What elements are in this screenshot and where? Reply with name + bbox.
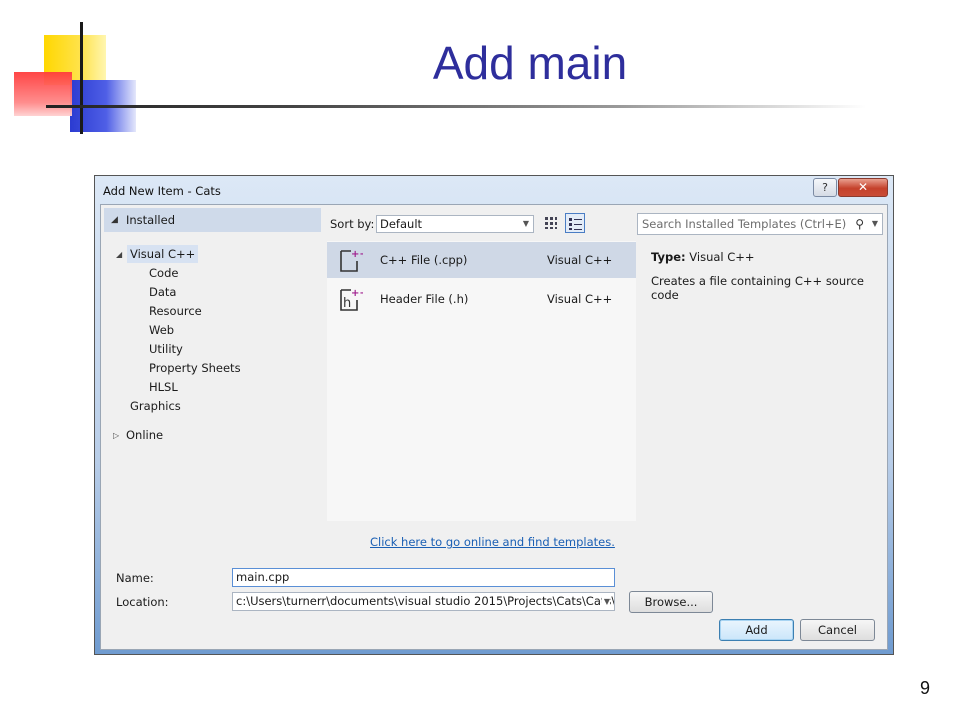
cpp-file-icon: ++	[340, 249, 363, 272]
tree-node-graphics[interactable]: Graphics	[130, 397, 181, 415]
grid-view-icon	[545, 217, 557, 229]
page-number: 9	[919, 678, 930, 698]
cancel-button[interactable]: Cancel	[800, 619, 875, 641]
online-templates-link[interactable]: Click here to go online and find templat…	[370, 535, 615, 549]
close-button[interactable]: ✕	[838, 178, 888, 197]
template-name: Header File (.h)	[380, 292, 469, 306]
sort-by-value: Default	[380, 217, 423, 231]
list-view-button[interactable]	[565, 213, 585, 233]
svg-text:++: ++	[351, 249, 363, 260]
tree-node-label: Resource	[149, 304, 202, 318]
template-tree: ◢ Installed ◢ Visual C++ Code Data Resou…	[104, 208, 321, 555]
template-list: ++ C++ File (.cpp) Visual C++ h ++ Heade…	[327, 241, 636, 521]
template-language: Visual C++	[547, 292, 613, 306]
list-view-icon	[569, 218, 582, 230]
dialog-client-area: ◢ Installed ◢ Visual C++ Code Data Resou…	[100, 204, 888, 650]
decor-horizontal-line	[46, 105, 866, 108]
dropdown-arrow-icon[interactable]: ▼	[601, 593, 610, 610]
location-value: c:\Users\turnerr\documents\visual studio…	[236, 594, 615, 608]
collapsed-triangle-icon[interactable]: ▷	[113, 431, 119, 440]
help-button[interactable]: ?	[813, 178, 837, 197]
browse-button[interactable]: Browse...	[629, 591, 713, 613]
dialog-titlebar[interactable]: Add New Item - Cats ? ✕	[95, 176, 893, 204]
template-name: C++ File (.cpp)	[380, 253, 468, 267]
search-icon[interactable]: ⚲	[855, 214, 864, 234]
tree-node-label: Property Sheets	[149, 361, 241, 375]
name-label: Name:	[116, 571, 154, 585]
tree-node-hlsl[interactable]: HLSL	[149, 378, 178, 396]
tree-node-label: Online	[126, 428, 164, 442]
sort-by-label: Sort by:	[330, 217, 375, 231]
tree-node-label: Utility	[149, 342, 183, 356]
type-label: Type:	[651, 250, 686, 264]
slide-title: Add main	[432, 37, 628, 89]
tree-node-data[interactable]: Data	[149, 283, 176, 301]
tree-node-installed-label: Installed	[126, 213, 175, 227]
location-label: Location:	[116, 595, 169, 609]
tree-node-label: Data	[149, 285, 177, 299]
tree-node-code[interactable]: Code	[149, 264, 178, 282]
svg-text:h: h	[343, 296, 351, 311]
search-placeholder: Search Installed Templates (Ctrl+E)	[642, 217, 847, 231]
tree-node-label: Visual C++	[130, 247, 196, 261]
dropdown-arrow-icon: ▼	[522, 219, 529, 228]
tree-node-label: Graphics	[130, 399, 181, 413]
header-file-icon: h ++	[340, 288, 363, 311]
tree-node-label: HLSL	[149, 380, 178, 394]
expanded-triangle-icon[interactable]: ◢	[116, 250, 122, 259]
medium-icons-view-button[interactable]	[541, 213, 561, 233]
add-new-item-dialog: Add New Item - Cats ? ✕ ◢ Installed ◢ Vi…	[94, 175, 894, 655]
dialog-title: Add New Item - Cats	[103, 184, 221, 198]
template-item-header-file[interactable]: h ++ Header File (.h) Visual C++	[327, 281, 636, 317]
template-type: Type: Visual C++	[651, 250, 755, 264]
template-item-cpp-file[interactable]: ++ C++ File (.cpp) Visual C++	[327, 242, 636, 278]
tree-node-visual-cpp[interactable]: Visual C++	[127, 245, 199, 263]
tree-node-label: Code	[149, 266, 179, 280]
expanded-triangle-icon[interactable]: ◢	[111, 215, 118, 225]
search-dropdown-arrow-icon[interactable]: ▼	[872, 214, 878, 234]
tree-node-utility[interactable]: Utility	[149, 340, 183, 358]
tree-node-resource[interactable]: Resource	[149, 302, 202, 320]
name-input[interactable]: main.cpp	[232, 568, 615, 587]
tree-node-property-sheets[interactable]: Property Sheets	[149, 359, 241, 377]
tree-node-online[interactable]: Online	[126, 426, 163, 444]
tree-node-installed[interactable]: ◢ Installed	[104, 208, 321, 232]
search-templates-input[interactable]: Search Installed Templates (Ctrl+E) ⚲ ▼	[637, 213, 883, 235]
tree-node-label: Web	[149, 323, 175, 337]
template-language: Visual C++	[547, 253, 613, 267]
template-description: Creates a file containing C++ source cod…	[651, 274, 865, 302]
svg-text:++: ++	[351, 288, 363, 299]
sort-by-dropdown[interactable]: Default ▼	[376, 215, 534, 233]
location-input[interactable]: c:\Users\turnerr\documents\visual studio…	[232, 592, 615, 611]
add-button[interactable]: Add	[719, 619, 794, 641]
tree-node-web[interactable]: Web	[149, 321, 174, 339]
type-value: Visual C++	[689, 250, 755, 264]
